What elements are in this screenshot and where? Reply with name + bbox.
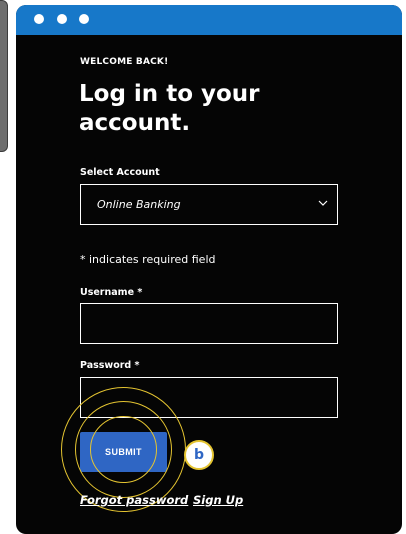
username-field[interactable] [80,303,338,344]
password-field[interactable] [80,377,338,418]
screenshot-stage: WELCOME BACK! Log in to your account. Se… [0,0,406,534]
window-control-dot-1[interactable] [34,14,44,24]
window-control-dot-3[interactable] [79,14,89,24]
account-select[interactable]: Online Banking [80,184,338,225]
annotation-badge: b [184,440,214,470]
required-field-note: * indicates required field [80,253,216,266]
window-control-dot-2[interactable] [57,14,67,24]
chevron-down-icon [318,200,328,206]
account-select-label: Select Account [80,167,160,178]
window-titlebar [16,5,402,35]
sign-up-link[interactable]: Sign Up [193,493,243,507]
username-label: Username * [80,287,143,298]
login-window: WELCOME BACK! Log in to your account. Se… [16,5,402,534]
forgot-password-link[interactable]: Forgot password [80,493,188,507]
background-side-panel [0,0,8,152]
page-title: Log in to your account. [79,81,260,136]
submit-button[interactable]: SUBMIT [80,432,167,472]
account-select-value: Online Banking [97,198,181,211]
welcome-eyebrow: WELCOME BACK! [80,57,169,67]
password-label: Password * [80,360,140,371]
